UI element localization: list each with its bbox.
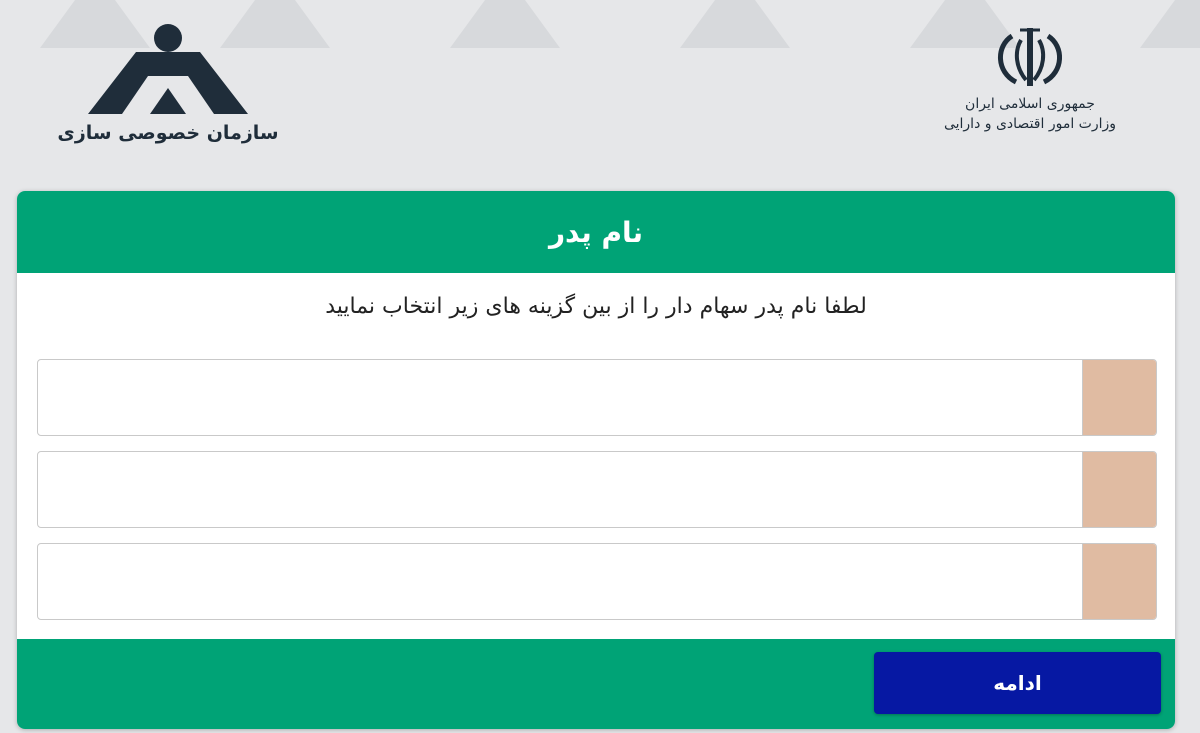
ministry-name: وزارت امور اقتصادی و دارایی <box>943 116 1117 132</box>
card-footer: ادامه <box>17 639 1175 729</box>
privatization-logo-icon <box>88 24 248 114</box>
father-name-card: نام پدر لطفا نام پدر سهام دار را از بین … <box>17 191 1175 729</box>
ministry-logo: جمهوری اسلامی ایران وزارت امور اقتصادی و… <box>920 24 1140 144</box>
options-list <box>37 359 1157 635</box>
iran-emblem-icon <box>998 28 1062 86</box>
option-select-box[interactable] <box>1082 544 1156 619</box>
option-select-box[interactable] <box>1082 360 1156 435</box>
instruction-text: لطفا نام پدر سهام دار را از بین گزینه ها… <box>325 294 867 319</box>
org-name: سازمان خصوصی سازی <box>57 122 279 144</box>
page-header: سازمان خصوصی سازی جمهوری اسلامی ایران وز… <box>0 0 1200 185</box>
country-name: جمهوری اسلامی ایران <box>965 96 1095 112</box>
card-header: نام پدر <box>17 191 1175 273</box>
father-name-option-2[interactable] <box>37 451 1157 528</box>
card-title: نام پدر <box>548 215 644 249</box>
father-name-option-1[interactable] <box>37 359 1157 436</box>
continue-button[interactable]: ادامه <box>874 652 1161 714</box>
option-label <box>38 360 1082 435</box>
option-label <box>38 544 1082 619</box>
option-label <box>38 452 1082 527</box>
privatization-org-logo: سازمان خصوصی سازی <box>57 22 279 152</box>
father-name-option-3[interactable] <box>37 543 1157 620</box>
option-select-box[interactable] <box>1082 452 1156 527</box>
